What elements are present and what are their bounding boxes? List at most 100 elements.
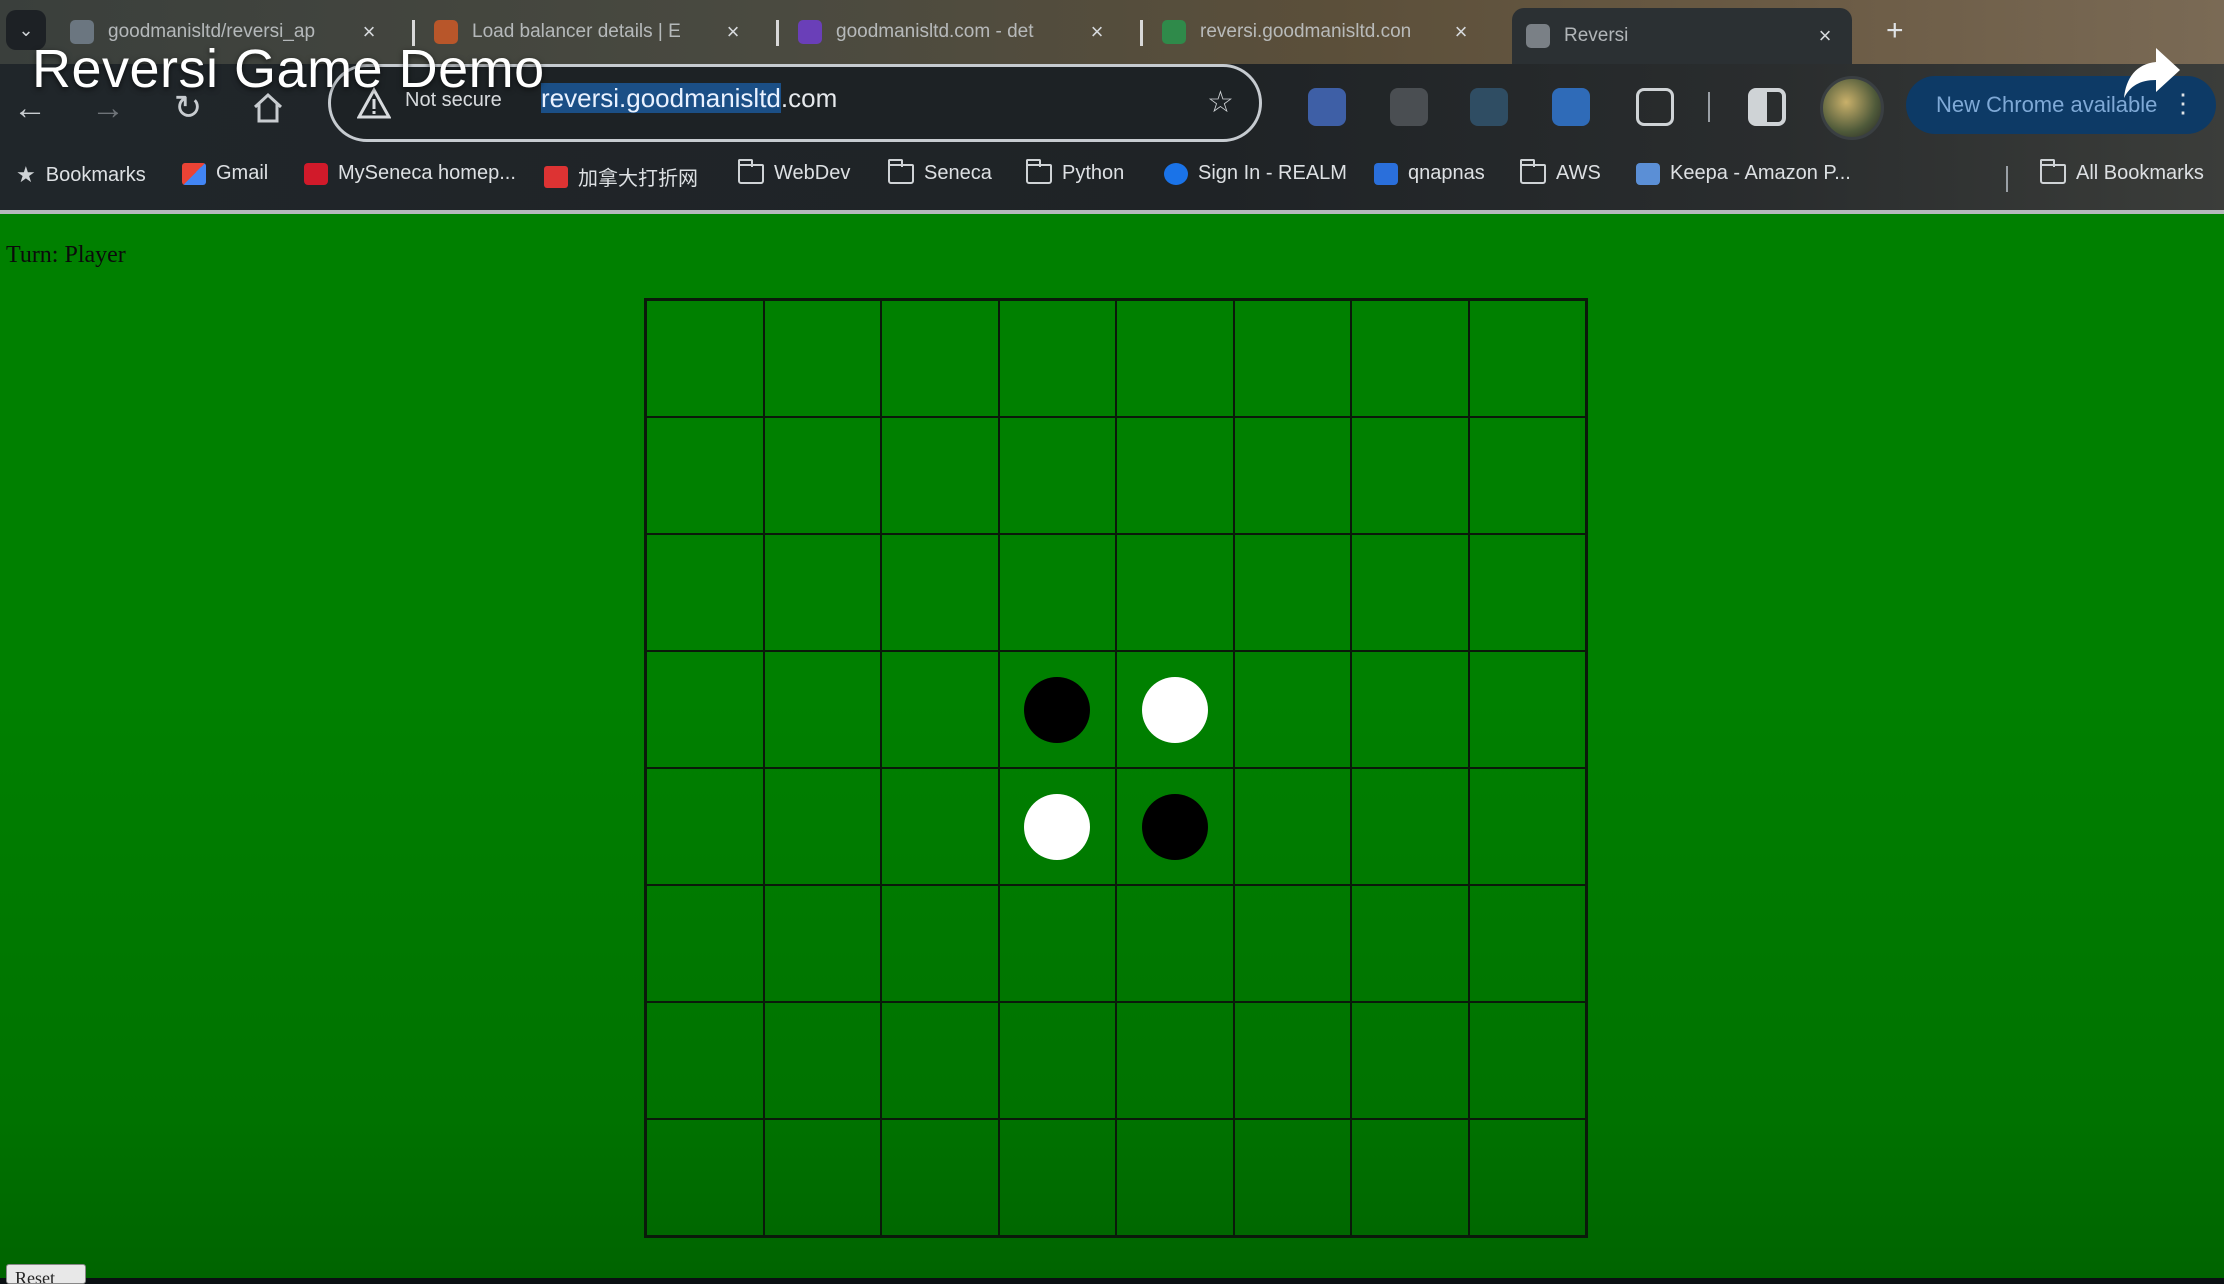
board-cell-r0-c1[interactable] <box>763 300 881 417</box>
bookmark-label: Keepa - Amazon P... <box>1670 162 1851 184</box>
profile-avatar[interactable] <box>1820 76 1884 140</box>
board-cell-r5-c7[interactable] <box>1468 885 1586 1002</box>
close-icon[interactable]: × <box>1446 19 1476 45</box>
share-icon[interactable] <box>2120 42 2184 102</box>
board-cell-r3-c5[interactable] <box>1233 651 1351 768</box>
extension-feather-icon[interactable] <box>1390 88 1428 126</box>
board-cell-r2-c3[interactable] <box>998 534 1116 651</box>
board-cell-r2-c6[interactable] <box>1351 534 1469 651</box>
url-text[interactable]: reversi.goodmanisltd.com <box>541 83 837 114</box>
board-cell-r2-c7[interactable] <box>1468 534 1586 651</box>
board-cell-r7-c2[interactable] <box>881 1119 999 1236</box>
board-cell-r5-c4[interactable] <box>1116 885 1234 1002</box>
board-cell-r2-c2[interactable] <box>881 534 999 651</box>
extension-doc-icon[interactable] <box>1552 88 1590 126</box>
board-cell-r1-c1[interactable] <box>763 417 881 534</box>
board-cell-r4-c1[interactable] <box>763 768 881 885</box>
bookmark-item[interactable]: Gmail <box>182 162 268 185</box>
bookmark-item[interactable]: 加拿大打折网 <box>544 162 698 191</box>
bookmark-item[interactable]: MySeneca homep... <box>304 162 516 185</box>
board-cell-r0-c4[interactable] <box>1116 300 1234 417</box>
board-cell-r3-c4[interactable] <box>1116 651 1234 768</box>
board-cell-r3-c3[interactable] <box>998 651 1116 768</box>
board-cell-r2-c4[interactable] <box>1116 534 1234 651</box>
toolbar-divider <box>1708 92 1710 122</box>
bookmark-star-icon[interactable]: ☆ <box>1207 85 1234 120</box>
board-cell-r0-c6[interactable] <box>1351 300 1469 417</box>
board-cell-r7-c5[interactable] <box>1233 1119 1351 1236</box>
board-cell-r5-c3[interactable] <box>998 885 1116 1002</box>
board-cell-r4-c7[interactable] <box>1468 768 1586 885</box>
board-cell-r2-c0[interactable] <box>646 534 764 651</box>
board-cell-r3-c6[interactable] <box>1351 651 1469 768</box>
browser-tab[interactable]: Reversi × <box>1512 8 1852 64</box>
board-cell-r6-c7[interactable] <box>1468 1002 1586 1119</box>
all-bookmarks-button[interactable]: All Bookmarks <box>2040 158 2204 185</box>
board-cell-r7-c6[interactable] <box>1351 1119 1469 1236</box>
board-cell-r7-c7[interactable] <box>1468 1119 1586 1236</box>
board-cell-r3-c0[interactable] <box>646 651 764 768</box>
board-cell-r2-c1[interactable] <box>763 534 881 651</box>
board-cell-r1-c0[interactable] <box>646 417 764 534</box>
bookmark-item[interactable]: qnapnas <box>1374 162 1485 185</box>
board-cell-r5-c2[interactable] <box>881 885 999 1002</box>
close-icon[interactable]: × <box>718 19 748 45</box>
close-icon[interactable]: × <box>1810 23 1840 49</box>
bookmark-item[interactable]: Sign In - REALM <box>1164 162 1347 185</box>
board-cell-r0-c5[interactable] <box>1233 300 1351 417</box>
board-cell-r4-c6[interactable] <box>1351 768 1469 885</box>
board-cell-r4-c2[interactable] <box>881 768 999 885</box>
bookmark-item[interactable]: ★ Bookmarks <box>16 162 146 188</box>
browser-tab[interactable]: goodmanisltd.com - det × <box>784 8 1124 56</box>
board-cell-r6-c4[interactable] <box>1116 1002 1234 1119</box>
board-cell-r7-c1[interactable] <box>763 1119 881 1236</box>
board-cell-r1-c2[interactable] <box>881 417 999 534</box>
side-panel-icon[interactable] <box>1748 88 1786 126</box>
board-cell-r7-c4[interactable] <box>1116 1119 1234 1236</box>
board-cell-r1-c3[interactable] <box>998 417 1116 534</box>
new-tab-button[interactable]: + <box>1886 14 1904 48</box>
close-icon[interactable]: × <box>1082 19 1112 45</box>
board-cell-r2-c5[interactable] <box>1233 534 1351 651</box>
board-cell-r5-c0[interactable] <box>646 885 764 1002</box>
board-cell-r3-c7[interactable] <box>1468 651 1586 768</box>
board-cell-r6-c0[interactable] <box>646 1002 764 1119</box>
bookmark-item[interactable]: WebDev <box>738 158 850 185</box>
bookmark-item[interactable]: Seneca <box>888 158 992 185</box>
board-cell-r4-c0[interactable] <box>646 768 764 885</box>
board-cell-r6-c2[interactable] <box>881 1002 999 1119</box>
tab-label: Reversi <box>1564 25 1629 46</box>
board-cell-r0-c0[interactable] <box>646 300 764 417</box>
browser-tab[interactable]: reversi.goodmanisltd.con × <box>1148 8 1488 56</box>
board-cell-r1-c5[interactable] <box>1233 417 1351 534</box>
board-cell-r5-c5[interactable] <box>1233 885 1351 1002</box>
extension-react-icon[interactable] <box>1470 88 1508 126</box>
board-cell-r3-c1[interactable] <box>763 651 881 768</box>
board-cell-r1-c6[interactable] <box>1351 417 1469 534</box>
bookmark-item[interactable]: Keepa - Amazon P... <box>1636 162 1851 185</box>
board-cell-r6-c1[interactable] <box>763 1002 881 1119</box>
bookmark-item[interactable]: AWS <box>1520 158 1601 185</box>
board-cell-r0-c3[interactable] <box>998 300 1116 417</box>
reversi-page: Turn: Player Reset <box>0 214 2224 1284</box>
board-cell-r3-c2[interactable] <box>881 651 999 768</box>
board-cell-r4-c4[interactable] <box>1116 768 1234 885</box>
board-cell-r1-c7[interactable] <box>1468 417 1586 534</box>
board-cell-r5-c6[interactable] <box>1351 885 1469 1002</box>
board-cell-r0-c2[interactable] <box>881 300 999 417</box>
board-cell-r6-c3[interactable] <box>998 1002 1116 1119</box>
extension-shield-icon[interactable] <box>1308 88 1346 126</box>
board-cell-r6-c6[interactable] <box>1351 1002 1469 1119</box>
board-cell-r6-c5[interactable] <box>1233 1002 1351 1119</box>
reset-button[interactable]: Reset <box>6 1264 86 1284</box>
board-cell-r7-c3[interactable] <box>998 1119 1116 1236</box>
board-cell-r4-c5[interactable] <box>1233 768 1351 885</box>
tab-favicon-icon <box>798 20 822 44</box>
board-cell-r4-c3[interactable] <box>998 768 1116 885</box>
extensions-puzzle-icon[interactable] <box>1636 88 1674 126</box>
board-cell-r7-c0[interactable] <box>646 1119 764 1236</box>
board-cell-r1-c4[interactable] <box>1116 417 1234 534</box>
board-cell-r0-c7[interactable] <box>1468 300 1586 417</box>
bookmark-item[interactable]: Python <box>1026 158 1124 185</box>
board-cell-r5-c1[interactable] <box>763 885 881 1002</box>
